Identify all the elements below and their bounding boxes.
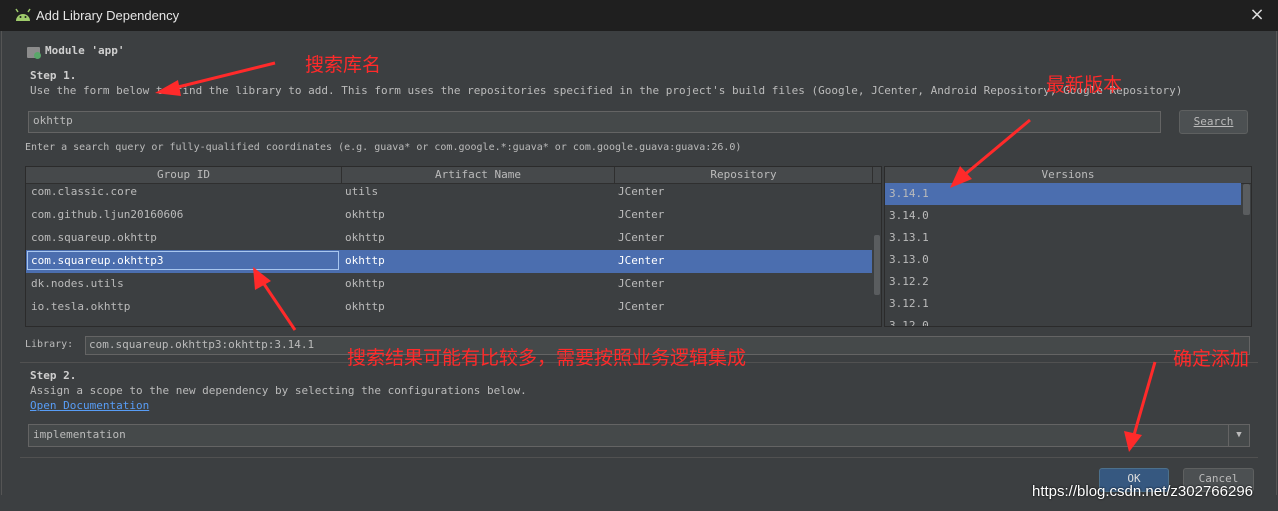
arrowhead <box>1124 431 1142 452</box>
arrow-to-ok-button <box>1132 361 1157 436</box>
arrowhead <box>253 267 271 290</box>
watermark: https://blog.csdn.net/z302766296 <box>1032 483 1254 500</box>
arrow-to-search <box>169 61 276 91</box>
arrowhead <box>155 80 181 96</box>
annotation-arrows <box>155 61 1157 452</box>
arrow-to-selected-row <box>260 280 297 331</box>
arrow-to-latest-version <box>962 118 1031 178</box>
